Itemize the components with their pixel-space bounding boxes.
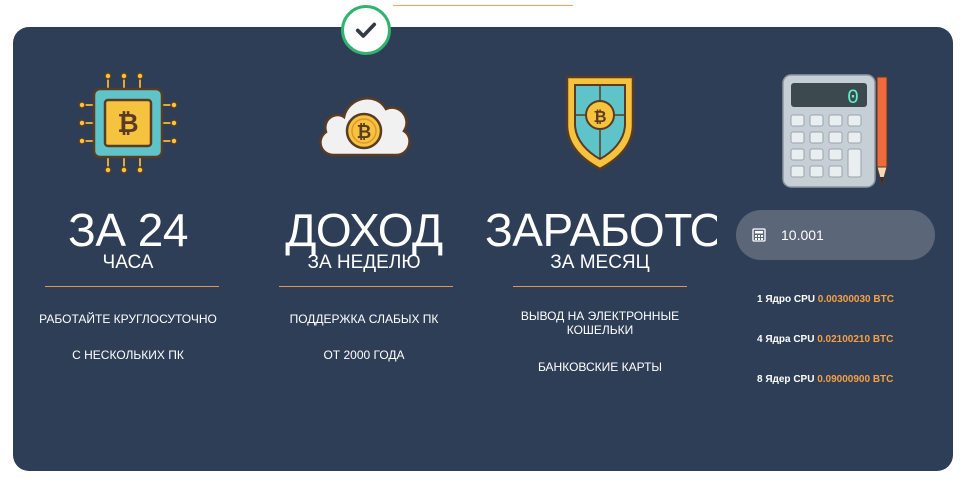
calculator-small-icon xyxy=(752,228,766,242)
features-panel: ₿ ЗА 24 ЧАСА РАБОТАЙТЕ КРУГЛОСУТОЧНО С Н… xyxy=(13,27,953,471)
svg-text:₿: ₿ xyxy=(357,122,372,142)
feature-text: БАНКОВСКИЕ КАРТЫ xyxy=(537,360,663,374)
feature-title: ДОХОД xyxy=(285,204,443,256)
feature-subtitle: ЗА МЕСЯЦ xyxy=(550,252,650,273)
feature-divider xyxy=(45,286,219,287)
bitcoin-shield-icon: ₿ xyxy=(565,75,635,171)
bitcoin-chip-icon: ₿ xyxy=(78,72,178,174)
check-icon xyxy=(355,22,377,38)
feature-subtitle: ЗА НЕДЕЛЮ xyxy=(307,252,421,273)
cpu-result-row: 8 Ядер CPU 0.09000900 BTC xyxy=(757,374,893,385)
feature-text: ОТ 2000 ГОДА xyxy=(323,348,405,362)
feature-column-weekly: ₿ ДОХОД ЗА НЕДЕЛЮ ПОДДЕРЖКА СЛАБЫХ ПК ОТ… xyxy=(249,27,479,471)
feature-text: ПОДДЕРЖКА СЛАБЫХ ПК xyxy=(289,312,439,326)
top-divider-line xyxy=(393,5,573,6)
bitcoin-cloud-icon: ₿ xyxy=(319,97,411,157)
svg-text:₿: ₿ xyxy=(593,108,606,126)
feature-column-monthly: ₿ ЗАРАБОТОК ЗА МЕСЯЦ ВЫВОД НА ЭЛЕКТРОННЫ… xyxy=(485,27,717,471)
feature-divider xyxy=(279,286,453,287)
feature-subtitle: ЧАСА xyxy=(102,252,154,273)
feature-text: РАБОТАЙТЕ КРУГЛОСУТОЧНО xyxy=(39,312,217,326)
cpu-value: 0.02100210 BTC xyxy=(817,334,894,345)
cpu-result-row: 1 Ядро CPU 0.00300030 BTC xyxy=(757,294,894,305)
feature-column-24h: ₿ ЗА 24 ЧАСА РАБОТАЙТЕ КРУГЛОСУТОЧНО С Н… xyxy=(13,27,243,471)
calculator-display: 0 xyxy=(847,87,859,110)
feature-divider xyxy=(513,286,687,287)
cpu-value: 0.00300030 BTC xyxy=(817,294,894,305)
hashrate-input-field[interactable] xyxy=(736,210,935,260)
cpu-result-row: 4 Ядра CPU 0.02100210 BTC xyxy=(757,334,893,345)
cpu-value: 0.09000900 BTC xyxy=(817,374,894,385)
cpu-label: 8 Ядер CPU xyxy=(757,374,815,385)
cpu-label: 4 Ядра CPU xyxy=(757,334,815,345)
feature-text: ВЫВОД НА ЭЛЕКТРОННЫЕ КОШЕЛЬКИ xyxy=(520,309,680,337)
feature-title: ЗАРАБОТОК xyxy=(485,204,717,256)
feature-title: ЗА 24 xyxy=(68,204,188,256)
cpu-label: 1 Ядро CPU xyxy=(757,294,815,305)
hashrate-input[interactable] xyxy=(781,227,921,243)
calculator-icon: 0 xyxy=(782,74,888,188)
check-badge xyxy=(341,5,391,55)
feature-text: С НЕСКОЛЬКИХ ПК xyxy=(72,348,184,362)
svg-text:₿: ₿ xyxy=(117,108,138,138)
